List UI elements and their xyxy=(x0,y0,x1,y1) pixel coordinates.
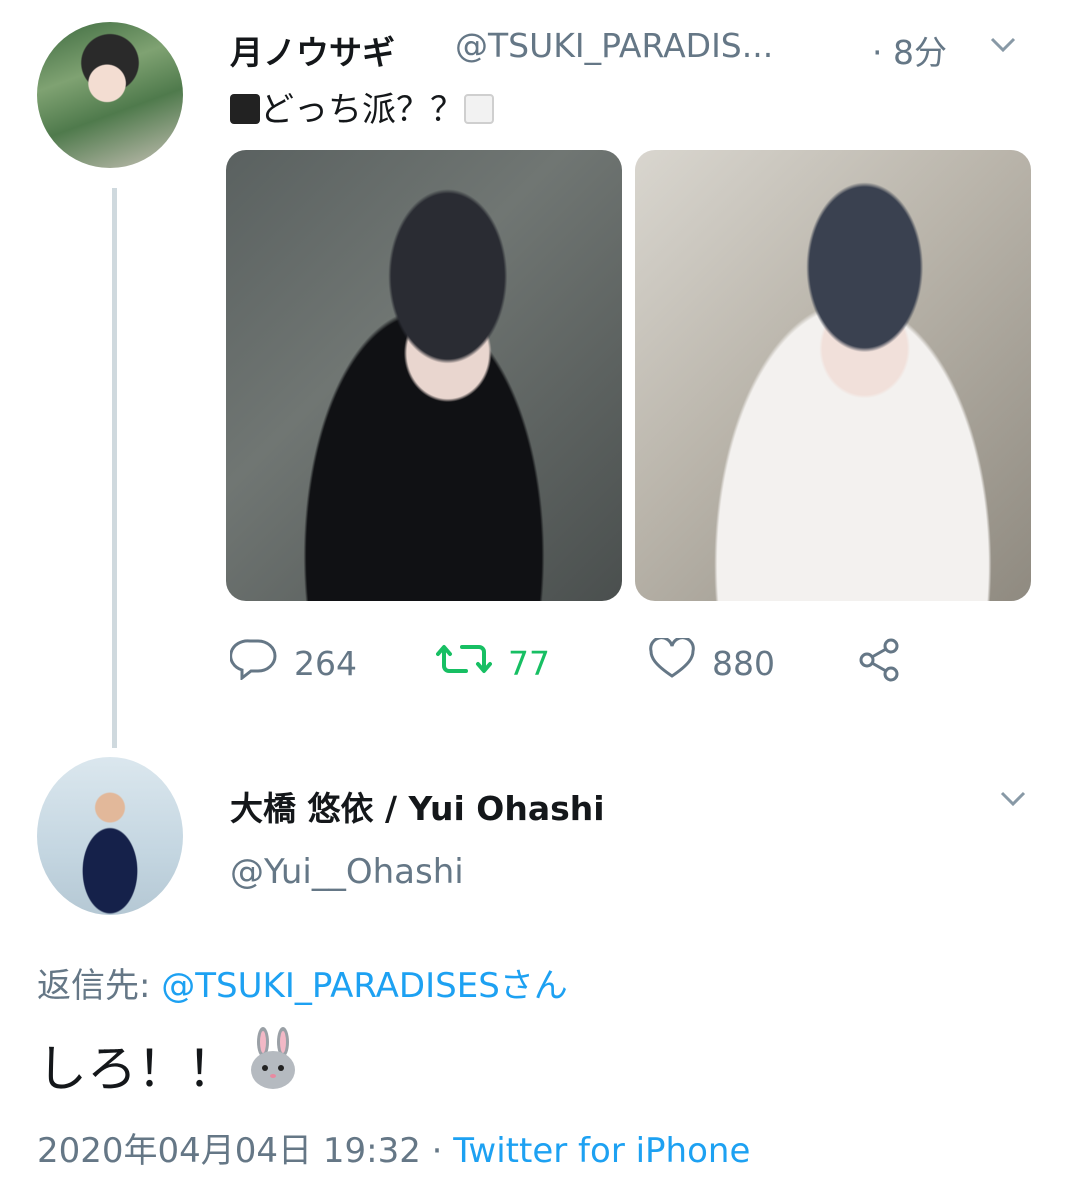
chevron-down-icon[interactable] xyxy=(990,30,1016,60)
like-button[interactable]: 880 xyxy=(648,636,775,688)
black-square-icon xyxy=(230,94,260,124)
thread-connector xyxy=(112,188,117,748)
like-icon xyxy=(648,636,696,688)
like-count: 880 xyxy=(712,643,775,683)
tweet2-display-name[interactable]: 大橋 悠依 / Yui Ohashi xyxy=(230,782,605,830)
share-icon xyxy=(857,638,903,690)
tweet1-display-name[interactable]: 月ノウサギ xyxy=(230,26,395,74)
tweet2-timestamp[interactable]: 2020年04月04日 19:32 · xyxy=(37,1131,442,1171)
retweet-count: 77 xyxy=(508,643,550,683)
white-square-icon xyxy=(464,94,494,124)
tweet2-source-link[interactable]: Twitter for iPhone xyxy=(453,1131,750,1171)
tweet1-photo-black-outfit[interactable] xyxy=(226,150,622,601)
retweet-button[interactable]: 77 xyxy=(436,638,550,688)
tweet1-text: どっち派？？ xyxy=(230,82,494,131)
tweet1-photo-white-outfit[interactable] xyxy=(635,150,1031,601)
tweet1-handle[interactable]: @TSUKI_PARADIS... xyxy=(455,26,773,65)
chevron-down-icon[interactable] xyxy=(1000,784,1026,814)
replying-label: 返信先: xyxy=(37,966,151,1006)
replying-mention-link[interactable]: @TSUKI_PARADISESさん xyxy=(161,966,568,1006)
tweet2-meta: 2020年04月04日 19:32 · Twitter for iPhone xyxy=(37,1123,750,1172)
share-button[interactable] xyxy=(857,638,903,690)
rabbit-face-icon xyxy=(243,1026,303,1104)
avatar-tsuki[interactable] xyxy=(37,22,183,168)
reply-button[interactable]: 264 xyxy=(229,638,357,688)
replying-to: 返信先: @TSUKI_PARADISESさん xyxy=(37,958,568,1007)
tweet2-text: しろ！！ xyxy=(37,1026,303,1104)
retweet-icon xyxy=(436,638,492,688)
reply-icon xyxy=(229,638,278,688)
tweet2-handle[interactable]: @Yui__Ohashi xyxy=(230,852,464,892)
avatar-yui[interactable] xyxy=(37,757,183,915)
reply-count: 264 xyxy=(294,643,357,683)
tweet1-time[interactable]: · 8分 xyxy=(872,26,947,74)
